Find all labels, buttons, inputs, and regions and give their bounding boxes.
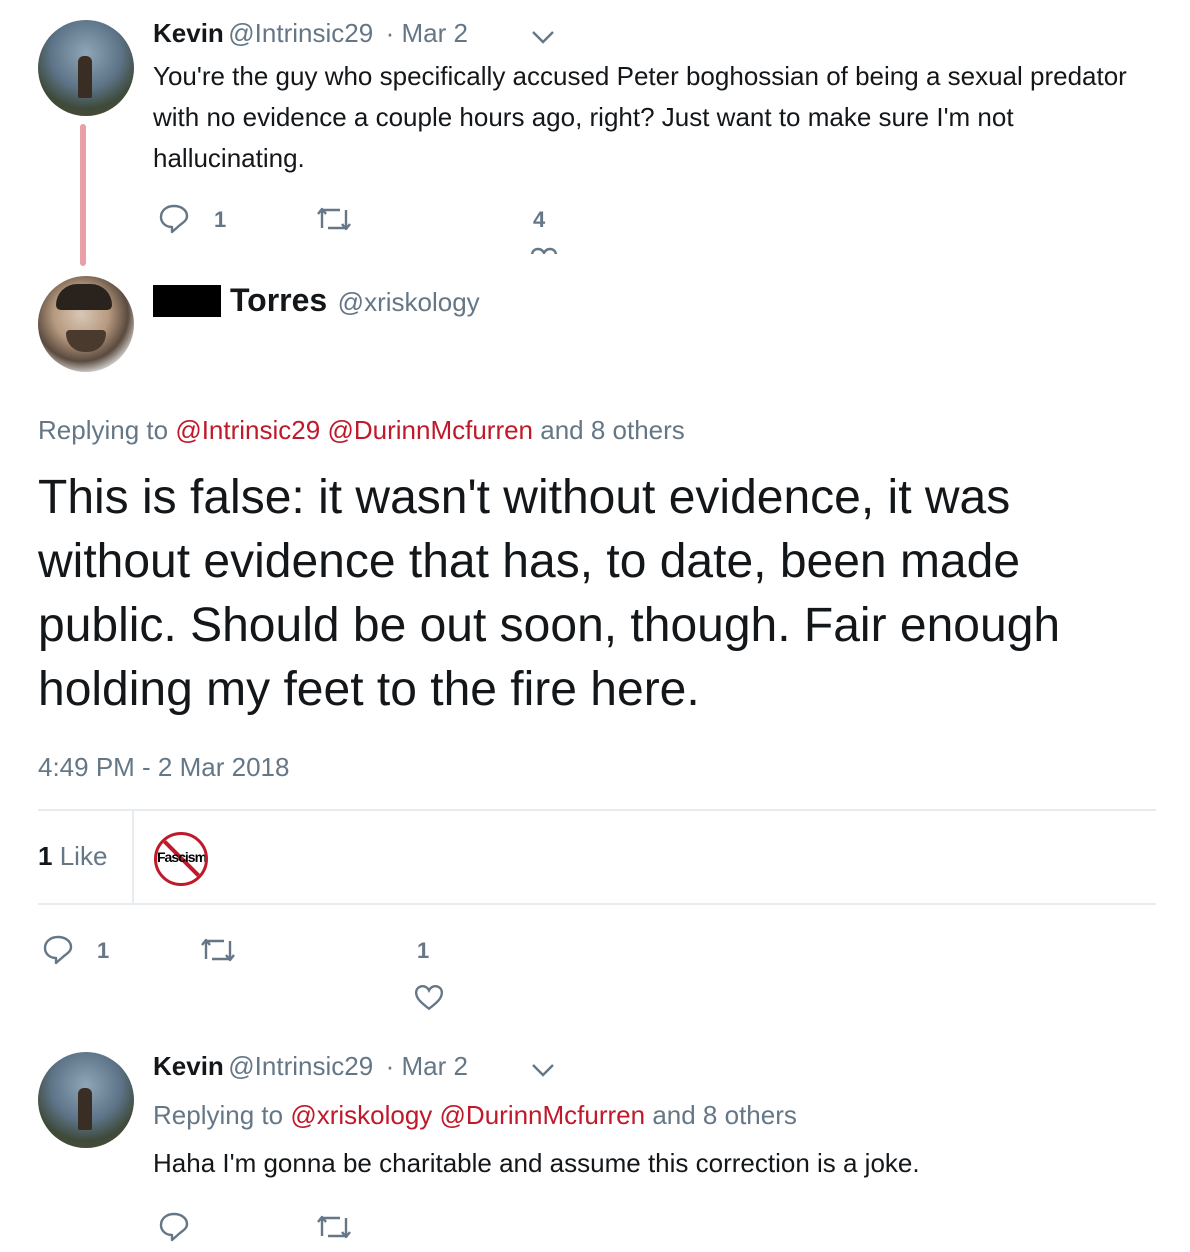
chevron-down-icon[interactable] — [530, 28, 556, 46]
display-name[interactable]: Kevin — [153, 1051, 224, 1081]
avatar-kevin[interactable] — [38, 20, 134, 116]
reply-count: 1 — [97, 938, 110, 963]
mention-link[interactable]: @Intrinsic29 — [175, 415, 320, 445]
replying-to: Replying to @Intrinsic29 @DurinnMcfurren… — [38, 415, 685, 445]
like-count: 1 — [417, 938, 430, 963]
reply-icon[interactable] — [158, 202, 190, 234]
stat-separator — [132, 810, 134, 904]
tweet-3-text: Haha I'm gonna be charitable and assume … — [153, 1148, 920, 1178]
mention-link[interactable]: @xriskology — [290, 1100, 432, 1130]
heart-icon[interactable] — [414, 983, 444, 1013]
avatar-hair — [56, 284, 112, 310]
reply-icon[interactable] — [158, 1210, 190, 1242]
tweet-1: Kevin @Intrinsic29 · Mar 2 You're the gu… — [0, 0, 1190, 266]
tweet-3-header: Kevin @Intrinsic29 · Mar 2 — [153, 1051, 468, 1082]
no-fascism-badge: Fascism — [154, 832, 208, 886]
like-count: 4 — [533, 207, 546, 232]
main-tweet-text: This is false: it wasn't without evidenc… — [38, 471, 1061, 716]
mention-link[interactable]: @DurinnMcfurren — [327, 415, 533, 445]
divider — [38, 903, 1156, 905]
tweet-date[interactable]: · Mar 2 — [386, 1051, 468, 1081]
avatar-figure — [78, 1088, 92, 1130]
avatar-torres[interactable] — [38, 276, 134, 372]
tweet-1-header: Kevin @Intrinsic29 · Mar 2 — [153, 18, 468, 49]
reply-count: 1 — [214, 207, 227, 232]
likes-number: 1 — [38, 841, 53, 871]
reply-icon[interactable] — [42, 933, 74, 965]
like-icon-partial[interactable] — [530, 246, 558, 254]
avatar-beard — [66, 330, 106, 352]
timestamp[interactable]: 4:49 PM - 2 Mar 2018 — [38, 752, 289, 783]
avatar-kevin[interactable] — [38, 1052, 134, 1148]
user-handle[interactable]: @xriskology — [338, 287, 480, 317]
likes-label: Like — [59, 841, 108, 871]
main-tweet-header: Torres @xriskology — [230, 282, 480, 319]
thread-line — [80, 124, 86, 266]
mention-link[interactable]: @DurinnMcfurren — [440, 1100, 646, 1130]
display-name[interactable]: Kevin — [153, 18, 224, 48]
user-handle[interactable]: @Intrinsic29 — [228, 18, 373, 48]
tweet-date[interactable]: · Mar 2 — [386, 18, 468, 48]
replying-to: Replying to @xriskology @DurinnMcfurren … — [153, 1100, 797, 1130]
chevron-down-icon[interactable] — [530, 1061, 556, 1079]
retweet-icon[interactable] — [198, 935, 238, 965]
badge-text: Fascism — [157, 849, 207, 865]
avatar-figure — [78, 56, 92, 98]
user-handle[interactable]: @Intrinsic29 — [228, 1051, 373, 1081]
redacted-block — [153, 285, 221, 317]
liker-avatar[interactable]: Fascism — [154, 832, 208, 886]
retweet-icon[interactable] — [314, 204, 354, 234]
display-name[interactable]: Torres — [230, 282, 327, 318]
divider — [38, 809, 1156, 811]
likes-stat[interactable]: 1 Like — [38, 841, 107, 872]
tweet-1-text: You're the guy who specifically accused … — [153, 61, 1127, 173]
retweet-icon[interactable] — [314, 1212, 354, 1242]
